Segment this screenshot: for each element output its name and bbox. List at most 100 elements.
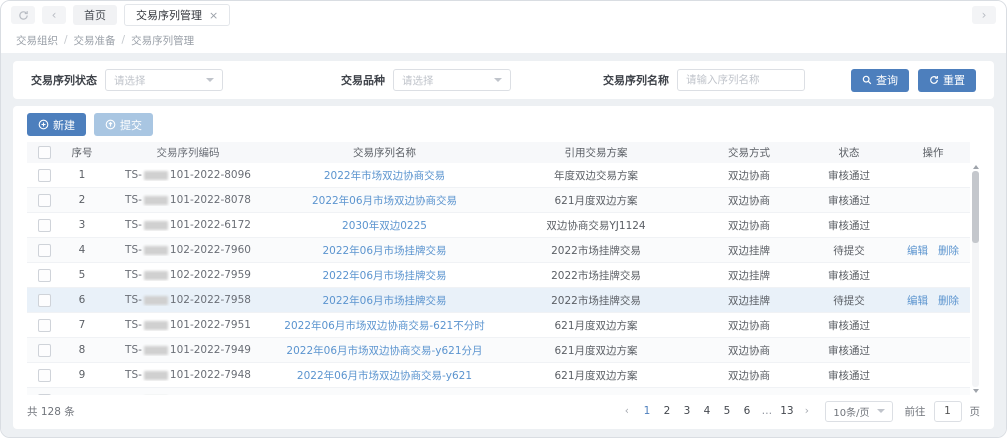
search-button[interactable]: 查询 <box>851 69 909 92</box>
sequence-name-link[interactable]: 2022年06月市场双边协商交易-y621分月 <box>286 343 482 358</box>
tab-label: 交易序列管理 <box>136 7 202 23</box>
page-button[interactable]: 1 <box>638 402 655 420</box>
sequence-name-link[interactable]: 2030年双边0225 <box>342 218 427 233</box>
cell-code: TS-101-2022-6172 <box>103 219 273 231</box>
table-row: 8 TS-101-2022-7949 2022年06月市场双边协商交易-y621… <box>27 338 970 363</box>
status-select[interactable]: 请选择 <box>105 69 223 91</box>
table-panel: 新建 提交 序号 交易序列编码 交易序列名称 引用交易方案 交易方式 <box>13 106 994 429</box>
row-checkbox[interactable] <box>38 169 51 182</box>
row-checkbox[interactable] <box>38 369 51 382</box>
sequence-name-input[interactable] <box>677 69 805 91</box>
redacted-code-segment <box>144 221 168 230</box>
cell-status: 审核通过 <box>802 393 896 396</box>
sequence-name-link[interactable]: 2022年市场双边协商交易 <box>324 168 445 183</box>
cell-checkbox <box>27 369 61 382</box>
submit-button[interactable]: 提交 <box>94 113 153 136</box>
breadcrumb-item[interactable]: 交易准备 <box>74 33 116 48</box>
cell-mode: 双边挂牌 <box>696 293 802 308</box>
sequence-name-link[interactable]: 2022年06月市场双边协商交易 <box>312 193 457 208</box>
sequence-name-link[interactable]: 2022年06月市场双边协商交易-y621 <box>297 368 472 383</box>
page-button[interactable]: 2 <box>658 402 675 420</box>
cell-code: TS-101-2022-7951 <box>103 319 273 331</box>
cell-ops: 编辑删除 <box>896 243 970 258</box>
prev-page-button[interactable]: ‹ <box>618 402 635 420</box>
tab-bar: ‹ 首页 交易序列管理 × › <box>1 1 1006 29</box>
cell-index: 7 <box>61 319 103 331</box>
cell-status: 审核通过 <box>802 193 896 208</box>
breadcrumb-item[interactable]: 交易组织 <box>16 33 58 48</box>
close-icon[interactable]: × <box>209 10 218 21</box>
sequence-name-link[interactable]: 2022年06月市场挂牌交易 <box>322 243 446 258</box>
row-checkbox[interactable] <box>38 319 51 332</box>
redacted-code-segment <box>144 271 168 280</box>
table-row: 2 TS-101-2022-8078 2022年06月市场双边协商交易 621月… <box>27 188 970 213</box>
scrollbar-track[interactable] <box>972 171 979 387</box>
row-checkbox[interactable] <box>38 194 51 207</box>
chevron-down-icon <box>877 409 885 413</box>
scrollbar-thumb[interactable] <box>972 171 979 243</box>
cell-index: 8 <box>61 344 103 356</box>
tab-trade-sequence[interactable]: 交易序列管理 × <box>124 4 230 26</box>
sequence-name-link[interactable]: 2022年06月市场挂牌交易 <box>322 268 446 283</box>
row-checkbox[interactable] <box>38 294 51 307</box>
row-edit-link[interactable]: 编辑 <box>907 293 928 308</box>
cell-code: TS-102-2022-7960 <box>103 244 273 256</box>
cell-index: 10 <box>61 394 103 395</box>
col-index: 序号 <box>61 145 103 160</box>
page-button[interactable]: 3 <box>678 402 695 420</box>
table-row: 10 TS-101-2022-7937 2022年01月市场双边协商交易 双边协… <box>27 388 970 395</box>
row-checkbox[interactable] <box>38 219 51 232</box>
cell-status: 审核通过 <box>802 168 896 183</box>
cell-code: TS-101-2022-8096 <box>103 169 273 181</box>
cell-code: TS-101-2022-8078 <box>103 194 273 206</box>
cell-checkbox <box>27 394 61 396</box>
sequence-name-link[interactable]: 2022年01月市场双边协商交易 <box>312 393 457 396</box>
table-scrollbar[interactable] <box>971 142 980 395</box>
scroll-up-icon[interactable] <box>973 165 979 169</box>
cell-plan: 621月度双边方案 <box>496 368 696 383</box>
cell-code: TS-101-2022-7948 <box>103 369 273 381</box>
cell-plan: 双边协商交易YJ1124 <box>496 393 696 396</box>
cell-name: 2022年06月市场双边协商交易 <box>273 193 496 208</box>
sequence-name-link[interactable]: 2022年06月市场双边协商交易-621不分时 <box>284 318 484 333</box>
header-checkbox-cell <box>27 146 61 159</box>
cell-plan: 621月度双边方案 <box>496 318 696 333</box>
select-all-checkbox[interactable] <box>38 146 51 159</box>
page-button[interactable]: 13 <box>778 402 795 420</box>
goto-page-input[interactable] <box>934 401 962 422</box>
cell-index: 2 <box>61 194 103 206</box>
page-button[interactable]: 4 <box>698 402 715 420</box>
row-checkbox[interactable] <box>38 244 51 257</box>
next-page-button[interactable]: › <box>798 402 815 420</box>
cell-name: 2022年06月市场双边协商交易-621不分时 <box>273 318 496 333</box>
cell-status: 审核通过 <box>802 218 896 233</box>
reset-button[interactable]: 重置 <box>918 69 976 92</box>
cell-index: 4 <box>61 244 103 256</box>
forward-button[interactable]: › <box>972 6 996 24</box>
sequence-name-link[interactable]: 2022年06月市场挂牌交易 <box>322 293 446 308</box>
row-checkbox[interactable] <box>38 269 51 282</box>
cell-checkbox <box>27 319 61 332</box>
row-checkbox[interactable] <box>38 344 51 357</box>
row-delete-link[interactable]: 删除 <box>938 243 959 258</box>
col-code: 交易序列编码 <box>103 145 273 160</box>
new-button[interactable]: 新建 <box>27 113 86 136</box>
scroll-down-icon[interactable] <box>973 389 979 393</box>
tab-home[interactable]: 首页 <box>73 5 117 25</box>
row-checkbox[interactable] <box>38 394 51 396</box>
filter-name: 交易序列名称 <box>603 69 805 91</box>
page-size-select[interactable]: 10条/页 <box>825 401 892 422</box>
table-row: 4 TS-102-2022-7960 2022年06月市场挂牌交易 2022市场… <box>27 238 970 263</box>
variety-select[interactable]: 请选择 <box>393 69 511 91</box>
row-edit-link[interactable]: 编辑 <box>907 243 928 258</box>
cell-plan: 年度双边交易方案 <box>496 168 696 183</box>
filter-variety: 交易品种 请选择 <box>341 69 511 91</box>
page-button[interactable]: 6 <box>738 402 755 420</box>
refresh-button[interactable] <box>11 6 35 24</box>
page-button[interactable]: 5 <box>718 402 735 420</box>
row-delete-link[interactable]: 删除 <box>938 293 959 308</box>
back-button[interactable]: ‹ <box>42 6 66 24</box>
goto-unit: 页 <box>970 404 981 419</box>
redacted-code-segment <box>144 346 168 355</box>
cell-index: 6 <box>61 294 103 306</box>
